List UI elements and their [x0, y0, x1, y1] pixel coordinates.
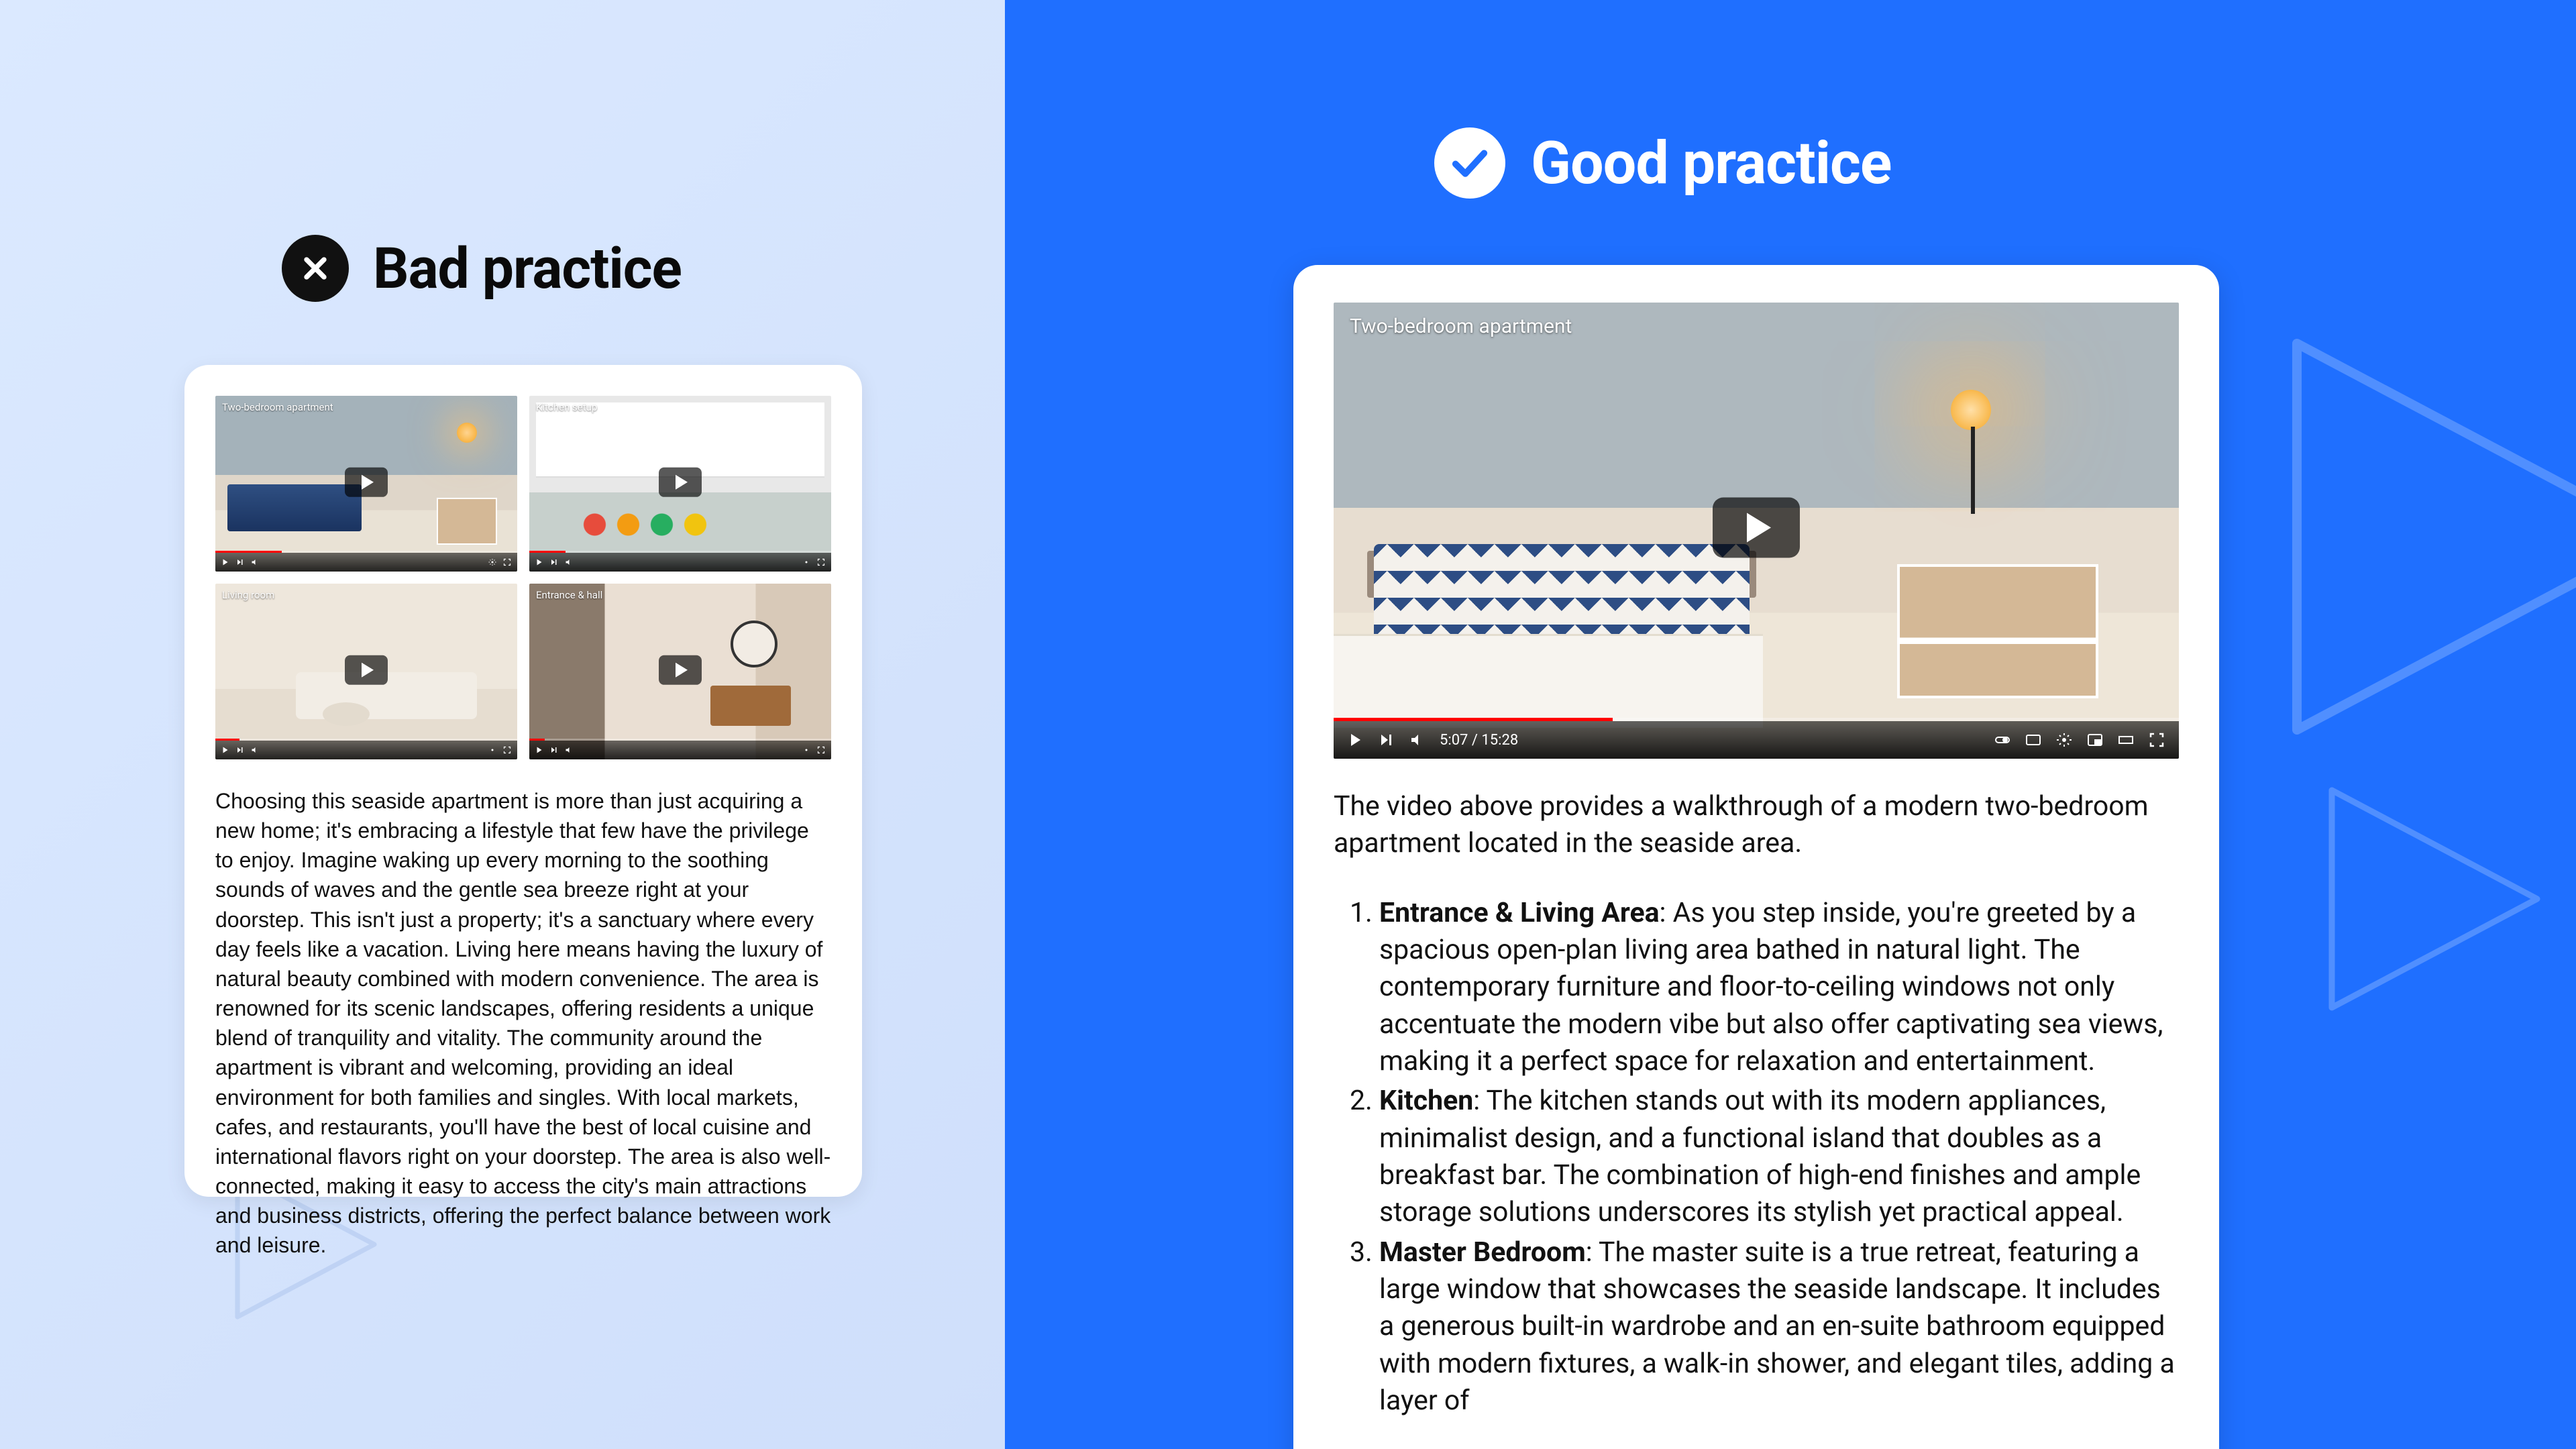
video-time: 5:07 / 15:28 — [1440, 732, 1518, 749]
settings-icon[interactable] — [802, 746, 811, 754]
good-practice-card: Two-bedroom apartment 5:07 / 15:28 The v… — [1293, 265, 2219, 1449]
settings-icon[interactable] — [2055, 732, 2073, 748]
fullscreen-icon[interactable] — [816, 558, 826, 566]
fullscreen-icon[interactable] — [502, 746, 512, 754]
next-icon[interactable] — [549, 558, 559, 566]
video-thumbnail[interactable]: Two-bedroom apartment — [215, 396, 517, 572]
next-icon[interactable] — [1378, 732, 1395, 748]
play-icon[interactable] — [221, 746, 230, 754]
video-title: Two-bedroom apartment — [222, 401, 333, 413]
settings-icon[interactable] — [488, 558, 497, 566]
video-title: Kitchen setup — [536, 401, 597, 413]
volume-icon[interactable] — [564, 746, 574, 754]
volume-icon[interactable] — [564, 558, 574, 566]
play-icon[interactable] — [1347, 732, 1364, 748]
settings-icon[interactable] — [488, 746, 497, 754]
play-icon[interactable] — [221, 558, 230, 566]
next-icon[interactable] — [235, 558, 245, 566]
play-icon[interactable] — [1713, 498, 1800, 558]
good-practice-title: Good practice — [1531, 129, 1891, 198]
video-title: Two-bedroom apartment — [1350, 315, 1572, 338]
video-thumbnail[interactable]: Kitchen setup — [529, 396, 831, 572]
play-icon[interactable] — [345, 655, 388, 685]
good-feature-list: Entrance & Living Area: As you step insi… — [1334, 895, 2179, 1420]
list-item: Master Bedroom: The master suite is a tr… — [1379, 1234, 2179, 1420]
autoplay-icon[interactable] — [1994, 732, 2011, 748]
video-player[interactable]: Two-bedroom apartment 5:07 / 15:28 — [1334, 303, 2179, 759]
volume-icon[interactable] — [250, 746, 260, 754]
bad-practice-panel: Bad practice Two-bedroom apartment — [0, 0, 1005, 1449]
play-triangle-decor — [2308, 765, 2549, 1033]
next-icon[interactable] — [549, 746, 559, 754]
video-title: Living room — [222, 589, 274, 601]
check-circle-icon — [1434, 127, 1505, 199]
play-triangle-decor — [2254, 295, 2576, 778]
good-intro-text: The video above provides a walkthrough o… — [1334, 788, 2179, 863]
fullscreen-icon[interactable] — [502, 558, 512, 566]
bad-practice-title: Bad practice — [373, 235, 682, 302]
settings-icon[interactable] — [802, 558, 811, 566]
good-practice-header: Good practice — [1434, 127, 1891, 199]
play-icon[interactable] — [345, 468, 388, 497]
list-item: Kitchen: The kitchen stands out with its… — [1379, 1083, 2179, 1231]
video-title: Entrance & hall — [536, 589, 602, 601]
volume-icon[interactable] — [250, 558, 260, 566]
miniplayer-icon[interactable] — [2086, 732, 2104, 748]
theater-icon[interactable] — [2117, 732, 2135, 748]
fullscreen-icon[interactable] — [816, 746, 826, 754]
play-icon[interactable] — [659, 468, 702, 497]
volume-icon[interactable] — [1409, 732, 1426, 748]
x-circle-icon — [282, 235, 349, 302]
video-thumbnail[interactable]: Entrance & hall — [529, 584, 831, 759]
video-thumbnail[interactable]: Living room — [215, 584, 517, 759]
play-icon[interactable] — [659, 655, 702, 685]
bad-description-paragraph: Choosing this seaside apartment is more … — [215, 786, 831, 1260]
captions-icon[interactable] — [2025, 732, 2042, 748]
list-item: Entrance & Living Area: As you step insi… — [1379, 895, 2179, 1081]
next-icon[interactable] — [235, 746, 245, 754]
good-practice-panel: Good practice Two-bedroom apartment 5:07… — [1005, 0, 2576, 1449]
play-icon[interactable] — [535, 746, 544, 754]
bad-practice-card: Two-bedroom apartment Kitchen setup — [184, 365, 862, 1197]
bad-practice-header: Bad practice — [282, 235, 682, 302]
play-icon[interactable] — [535, 558, 544, 566]
fullscreen-icon[interactable] — [2148, 732, 2165, 748]
